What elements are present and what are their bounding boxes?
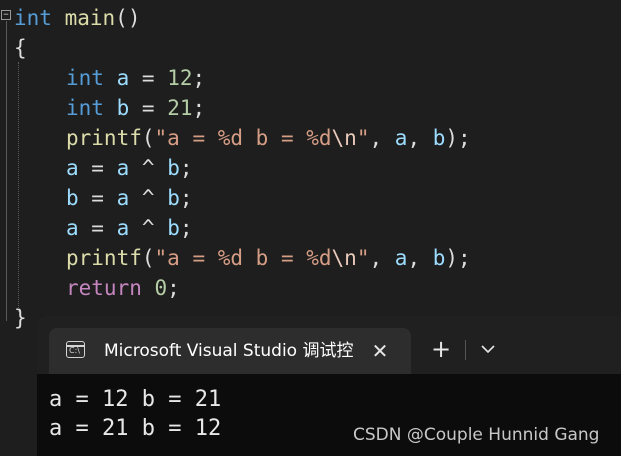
code-token: a (394, 246, 408, 270)
code-token: main (64, 6, 116, 30)
code-token: a (116, 66, 130, 90)
tab-title: Microsoft Visual Studio 调试控制台 (104, 341, 354, 361)
code-token: a (394, 126, 408, 150)
code-token: printf (66, 126, 142, 150)
code-token: ^ (129, 186, 168, 210)
code-line: int main() (14, 3, 140, 33)
console-output-line-2: a = 21 b = 12 (49, 416, 222, 441)
code-token: = (129, 96, 168, 120)
code-line: b = a ^ b; (66, 183, 193, 213)
code-token: "a = %d b = %d (154, 126, 332, 150)
code-line: return 0; (66, 273, 180, 303)
code-token: ( (141, 126, 155, 150)
code-token: int (14, 6, 52, 30)
code-token: , (369, 126, 395, 150)
fold-line (6, 21, 7, 321)
code-line: a = a ^ b; (66, 153, 193, 183)
code-token: " (356, 246, 370, 270)
indent-guide (18, 62, 19, 312)
watermark: CSDN @Couple Hunnid Gang (353, 425, 600, 445)
code-token: = (78, 186, 117, 210)
code-token: 0 (154, 276, 168, 300)
code-token: "a = %d b = %d (154, 246, 332, 270)
code-token: = (129, 66, 168, 90)
terminal-tab[interactable]: C:\ Microsoft Visual Studio 调试控制台 ✕ (49, 328, 411, 374)
code-token: int (66, 66, 104, 90)
code-token: ( (141, 246, 155, 270)
code-token: ; (192, 96, 206, 120)
code-token: b (116, 96, 130, 120)
code-line: printf("a = %d b = %d\n", a, b); (66, 123, 471, 153)
chevron-down-icon[interactable] (474, 334, 502, 364)
code-token: ); (445, 246, 471, 270)
console-output-line-1: a = 12 b = 21 (49, 387, 222, 412)
code-token: a (66, 216, 79, 240)
code-line: { (14, 33, 27, 63)
code-token: ^ (129, 156, 168, 180)
code-token: , (407, 246, 433, 270)
code-token: ; (179, 216, 193, 240)
code-token: b (432, 246, 446, 270)
code-token: b (167, 156, 180, 180)
code-line: a = a ^ b; (66, 213, 193, 243)
code-token: \n (331, 126, 357, 150)
code-token: , (369, 246, 395, 270)
code-token: ; (192, 66, 206, 90)
code-token: a (116, 186, 130, 210)
code-token: = (78, 216, 117, 240)
code-token: b (167, 186, 180, 210)
code-token: b (66, 186, 79, 210)
code-line: int b = 21; (66, 93, 205, 123)
code-token: a (116, 216, 130, 240)
collapse-toggle-icon[interactable]: − (1, 10, 11, 20)
code-line: printf("a = %d b = %d\n", a, b); (66, 243, 471, 273)
code-token: ); (445, 126, 471, 150)
code-token: , (407, 126, 433, 150)
code-line: } (14, 303, 27, 333)
code-token: () (115, 6, 141, 30)
code-token: b (167, 216, 180, 240)
code-token: b (432, 126, 446, 150)
close-icon[interactable]: ✕ (367, 338, 393, 364)
tab-divider (465, 340, 466, 360)
code-token: ; (179, 156, 193, 180)
code-token: printf (66, 246, 142, 270)
code-token: a (116, 156, 130, 180)
code-token: int (66, 96, 104, 120)
code-token: ; (179, 186, 193, 210)
code-line: int a = 12; (66, 63, 205, 93)
code-token: } (14, 306, 27, 330)
code-token: = (78, 156, 117, 180)
code-token: " (356, 126, 370, 150)
code-token: ^ (129, 216, 168, 240)
code-token: a (66, 156, 79, 180)
code-token: { (14, 36, 27, 60)
code-token: \n (331, 246, 357, 270)
console-icon: C:\ (66, 341, 85, 358)
code-token: ; (167, 276, 180, 300)
code-token: 12 (167, 66, 193, 90)
code-token: 21 (167, 96, 193, 120)
code-token: return (66, 276, 142, 300)
plus-icon[interactable]: + (426, 334, 456, 364)
terminal-tab-bar: C:\ Microsoft Visual Studio 调试控制台 ✕ + (37, 316, 621, 374)
